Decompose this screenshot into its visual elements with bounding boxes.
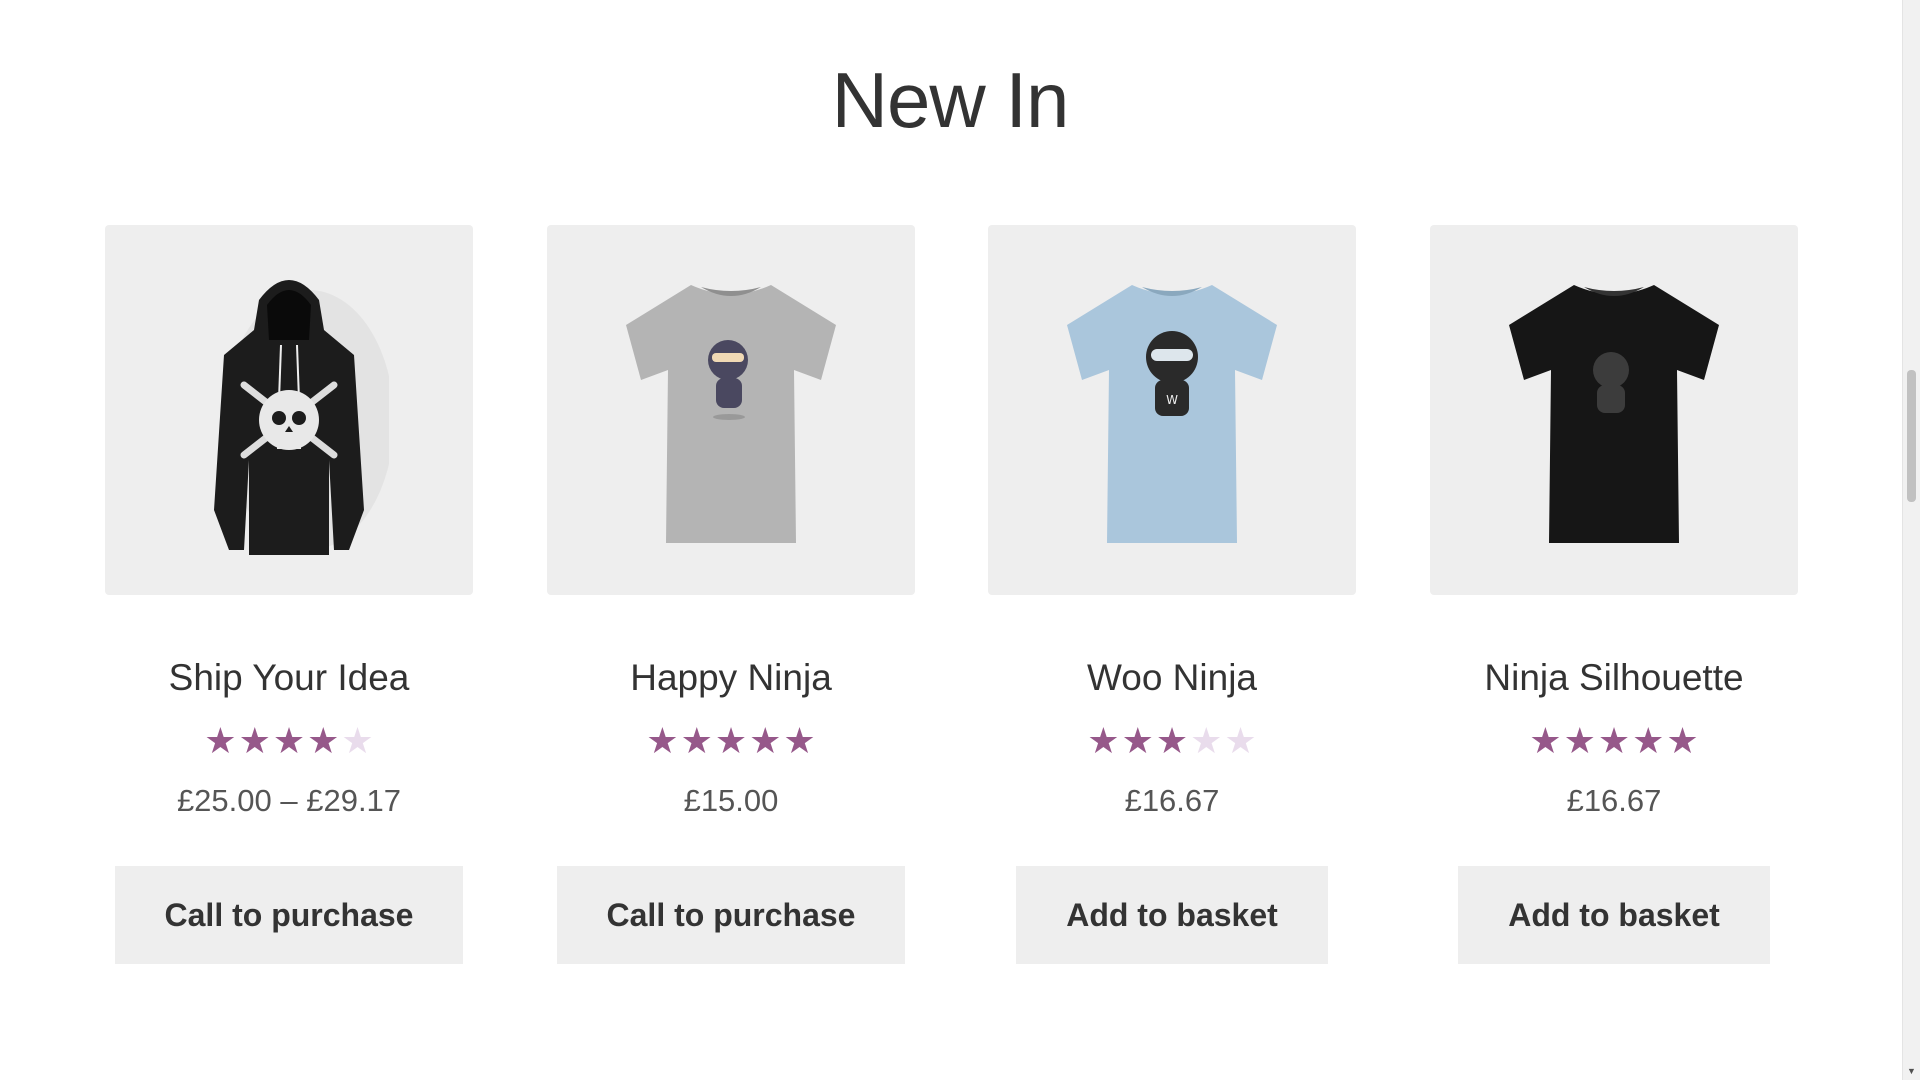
add-to-basket-button[interactable]: Add to basket [1016, 866, 1328, 964]
star-filled-icon: ★ [714, 720, 748, 761]
product-title[interactable]: Woo Ninja [988, 653, 1356, 703]
star-filled-icon: ★ [1121, 720, 1154, 761]
section-title: New In [831, 56, 1070, 144]
hoodie-icon [214, 280, 389, 555]
star-empty-icon: ★ [1190, 720, 1223, 761]
scroll-down-arrow-icon[interactable]: ▼ [1903, 1063, 1920, 1080]
star-filled-icon: ★ [272, 720, 306, 761]
star-filled-icon: ★ [749, 720, 782, 761]
star-filled-icon: ★ [238, 720, 271, 761]
product-card: Happy Ninja ★ ★ ★ ★ ★ £15.00 Call to purchas… [547, 225, 915, 964]
star-rating: ★ ★ ★ ★ ★ [105, 721, 473, 761]
product-price: £25.00 – £29.17 [176, 783, 402, 818]
star-filled-icon: ★ [204, 720, 237, 761]
product-card: W Woo Ninja ★ ★ ★ ★ ★ £16.67 Add to basket [988, 225, 1356, 964]
product-title[interactable]: Happy Ninja [547, 653, 915, 703]
product-price: £15.00 [683, 783, 779, 818]
star-filled-icon: ★ [307, 720, 340, 761]
star-rating: ★ ★ ★ ★ ★ [988, 721, 1356, 761]
page: New In Ship Your Idea ★ ★ ★ ★ ★ £25.00 – £29… [0, 0, 1920, 1080]
call-to-purchase-button[interactable]: Call to purchase [556, 866, 906, 964]
star-filled-icon: ★ [646, 720, 679, 761]
star-empty-icon: ★ [341, 720, 374, 761]
product-card: Ship Your Idea ★ ★ ★ ★ ★ £25.00 – £29.17 Cal… [105, 225, 473, 964]
product-price: £16.67 [1124, 783, 1220, 818]
star-filled-icon: ★ [1155, 720, 1189, 761]
tshirt-icon [1509, 285, 1719, 543]
star-filled-icon: ★ [1563, 720, 1596, 761]
svg-text:W: W [1166, 393, 1178, 407]
product-image[interactable] [105, 225, 473, 595]
product-title[interactable]: Ninja Silhouette [1430, 653, 1798, 703]
tshirt-icon: W [1067, 285, 1277, 543]
product-card: Ninja Silhouette ★ ★ ★ ★ ★ £16.67 Add to bas… [1430, 225, 1798, 964]
star-filled-icon: ★ [1087, 720, 1120, 761]
star-filled-icon: ★ [1597, 720, 1631, 761]
product-title[interactable]: Ship Your Idea [105, 653, 473, 703]
scrollbar-thumb[interactable] [1907, 370, 1916, 502]
product-price: £16.67 [1566, 783, 1662, 818]
add-to-basket-button[interactable]: Add to basket [1458, 866, 1770, 964]
star-filled-icon: ★ [1632, 720, 1665, 761]
call-to-purchase-button[interactable]: Call to purchase [114, 866, 464, 964]
star-filled-icon: ★ [1666, 720, 1699, 761]
product-image[interactable] [547, 225, 915, 595]
product-image[interactable] [1430, 225, 1798, 595]
star-empty-icon: ★ [1224, 720, 1257, 761]
star-filled-icon: ★ [680, 720, 713, 761]
star-filled-icon: ★ [783, 720, 816, 761]
tshirt-icon [626, 285, 836, 543]
product-image[interactable]: W [988, 225, 1356, 595]
vertical-scrollbar[interactable]: ▼ [1902, 0, 1920, 1080]
star-rating: ★ ★ ★ ★ ★ [547, 721, 915, 761]
star-filled-icon: ★ [1529, 720, 1562, 761]
star-rating: ★ ★ ★ ★ ★ [1430, 721, 1798, 761]
